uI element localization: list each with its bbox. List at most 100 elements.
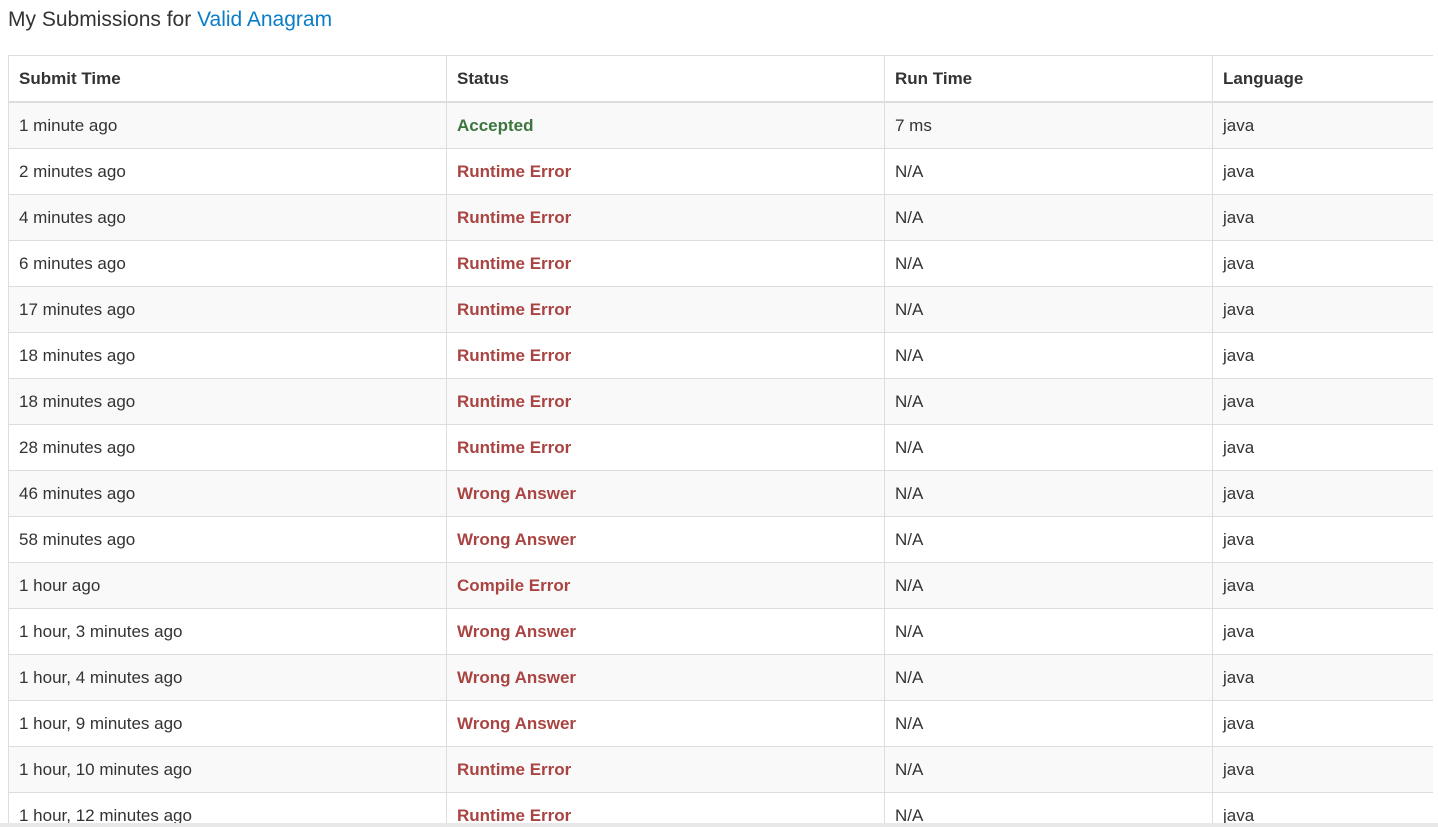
language-cell: java: [1212, 194, 1433, 241]
column-header-run-time: Run Time: [884, 55, 1213, 103]
submissions-table: Submit Time Status Run Time Language 1 m…: [8, 55, 1433, 827]
submit-time-cell: 18 minutes ago: [8, 332, 447, 379]
submit-time-cell: 28 minutes ago: [8, 424, 447, 471]
run-time-cell: N/A: [884, 332, 1213, 379]
table-header-row: Submit Time Status Run Time Language: [8, 55, 1433, 103]
run-time-cell: N/A: [884, 792, 1213, 827]
language-cell: java: [1212, 240, 1433, 287]
run-time-cell: N/A: [884, 194, 1213, 241]
language-cell: java: [1212, 654, 1433, 701]
page-bottom-edge: [0, 823, 1438, 827]
language-cell: java: [1212, 608, 1433, 655]
status-link[interactable]: Runtime Error: [457, 346, 571, 365]
status-link[interactable]: Wrong Answer: [457, 484, 576, 503]
run-time-cell: N/A: [884, 562, 1213, 609]
column-header-submit-time: Submit Time: [8, 55, 447, 103]
status-cell: Runtime Error: [446, 746, 885, 793]
language-cell: java: [1212, 470, 1433, 517]
status-link[interactable]: Runtime Error: [457, 760, 571, 779]
run-time-cell: N/A: [884, 470, 1213, 517]
table-row: 1 hour, 3 minutes ago Wrong Answer N/A java: [8, 608, 1433, 655]
table-row: 1 hour ago Compile Error N/A java: [8, 562, 1433, 609]
submit-time-cell: 18 minutes ago: [8, 378, 447, 425]
language-cell: java: [1212, 746, 1433, 793]
table-row: 18 minutes ago Runtime Error N/A java: [8, 378, 1433, 425]
page-title-prefix: My Submissions for: [8, 8, 198, 31]
status-cell: Wrong Answer: [446, 654, 885, 701]
status-cell: Runtime Error: [446, 792, 885, 827]
table-row: 58 minutes ago Wrong Answer N/A java: [8, 516, 1433, 563]
run-time-cell: N/A: [884, 746, 1213, 793]
language-cell: java: [1212, 378, 1433, 425]
table-row: 1 hour, 10 minutes ago Runtime Error N/A ja…: [8, 746, 1433, 793]
status-cell: Wrong Answer: [446, 470, 885, 517]
submit-time-cell: 6 minutes ago: [8, 240, 447, 287]
column-header-language: Language: [1212, 55, 1433, 103]
run-time-cell: N/A: [884, 608, 1213, 655]
submit-time-cell: 2 minutes ago: [8, 148, 447, 195]
run-time-cell: N/A: [884, 148, 1213, 195]
status-cell: Runtime Error: [446, 424, 885, 471]
submit-time-cell: 1 hour, 3 minutes ago: [8, 608, 447, 655]
table-row: 1 hour, 4 minutes ago Wrong Answer N/A java: [8, 654, 1433, 701]
submit-time-cell: 1 hour ago: [8, 562, 447, 609]
table-row: 2 minutes ago Runtime Error N/A java: [8, 148, 1433, 195]
status-link[interactable]: Wrong Answer: [457, 668, 576, 687]
language-cell: java: [1212, 101, 1433, 149]
table-row: 4 minutes ago Runtime Error N/A java: [8, 194, 1433, 241]
submit-time-cell: 1 hour, 10 minutes ago: [8, 746, 447, 793]
language-cell: java: [1212, 148, 1433, 195]
run-time-cell: N/A: [884, 700, 1213, 747]
table-row: 6 minutes ago Runtime Error N/A java: [8, 240, 1433, 287]
status-cell: Wrong Answer: [446, 516, 885, 563]
status-link[interactable]: Runtime Error: [457, 806, 571, 825]
submit-time-cell: 17 minutes ago: [8, 286, 447, 333]
run-time-cell: N/A: [884, 654, 1213, 701]
status-link[interactable]: Runtime Error: [457, 438, 571, 457]
status-cell: Wrong Answer: [446, 608, 885, 655]
problem-link[interactable]: Valid Anagram: [197, 8, 332, 31]
table-row: 1 hour, 9 minutes ago Wrong Answer N/A java: [8, 700, 1433, 747]
run-time-cell: N/A: [884, 424, 1213, 471]
status-cell: Compile Error: [446, 562, 885, 609]
status-cell: Runtime Error: [446, 286, 885, 333]
status-cell: Wrong Answer: [446, 700, 885, 747]
table-row: 1 hour, 12 minutes ago Runtime Error N/A ja…: [8, 792, 1433, 827]
status-link[interactable]: Runtime Error: [457, 208, 571, 227]
submit-time-cell: 46 minutes ago: [8, 470, 447, 517]
submit-time-cell: 1 minute ago: [8, 101, 447, 149]
language-cell: java: [1212, 286, 1433, 333]
column-header-status: Status: [446, 55, 885, 103]
status-link[interactable]: Wrong Answer: [457, 622, 576, 641]
run-time-cell: 7 ms: [884, 101, 1213, 149]
run-time-cell: N/A: [884, 516, 1213, 563]
status-link[interactable]: Runtime Error: [457, 254, 571, 273]
table-row: 18 minutes ago Runtime Error N/A java: [8, 332, 1433, 379]
submit-time-cell: 1 hour, 4 minutes ago: [8, 654, 447, 701]
status-link[interactable]: Runtime Error: [457, 392, 571, 411]
status-link[interactable]: Runtime Error: [457, 300, 571, 319]
status-link[interactable]: Runtime Error: [457, 162, 571, 181]
status-cell: Runtime Error: [446, 148, 885, 195]
submit-time-cell: 58 minutes ago: [8, 516, 447, 563]
status-cell: Accepted: [446, 101, 885, 149]
table-row: 46 minutes ago Wrong Answer N/A java: [8, 470, 1433, 517]
language-cell: java: [1212, 562, 1433, 609]
language-cell: java: [1212, 424, 1433, 471]
run-time-cell: N/A: [884, 286, 1213, 333]
run-time-cell: N/A: [884, 240, 1213, 287]
status-cell: Runtime Error: [446, 332, 885, 379]
language-cell: java: [1212, 700, 1433, 747]
status-link[interactable]: Wrong Answer: [457, 530, 576, 549]
submit-time-cell: 1 hour, 12 minutes ago: [8, 792, 447, 827]
submissions-table-container: Submit Time Status Run Time Language 1 m…: [8, 55, 1433, 827]
language-cell: java: [1212, 332, 1433, 379]
status-cell: Runtime Error: [446, 378, 885, 425]
status-cell: Runtime Error: [446, 194, 885, 241]
language-cell: java: [1212, 516, 1433, 563]
table-row: 1 minute ago Accepted 7 ms java: [8, 101, 1433, 149]
status-link[interactable]: Wrong Answer: [457, 714, 576, 733]
status-link[interactable]: Compile Error: [457, 576, 570, 595]
status-link[interactable]: Accepted: [457, 116, 534, 135]
page-title: My Submissions for Valid Anagram: [8, 6, 332, 34]
